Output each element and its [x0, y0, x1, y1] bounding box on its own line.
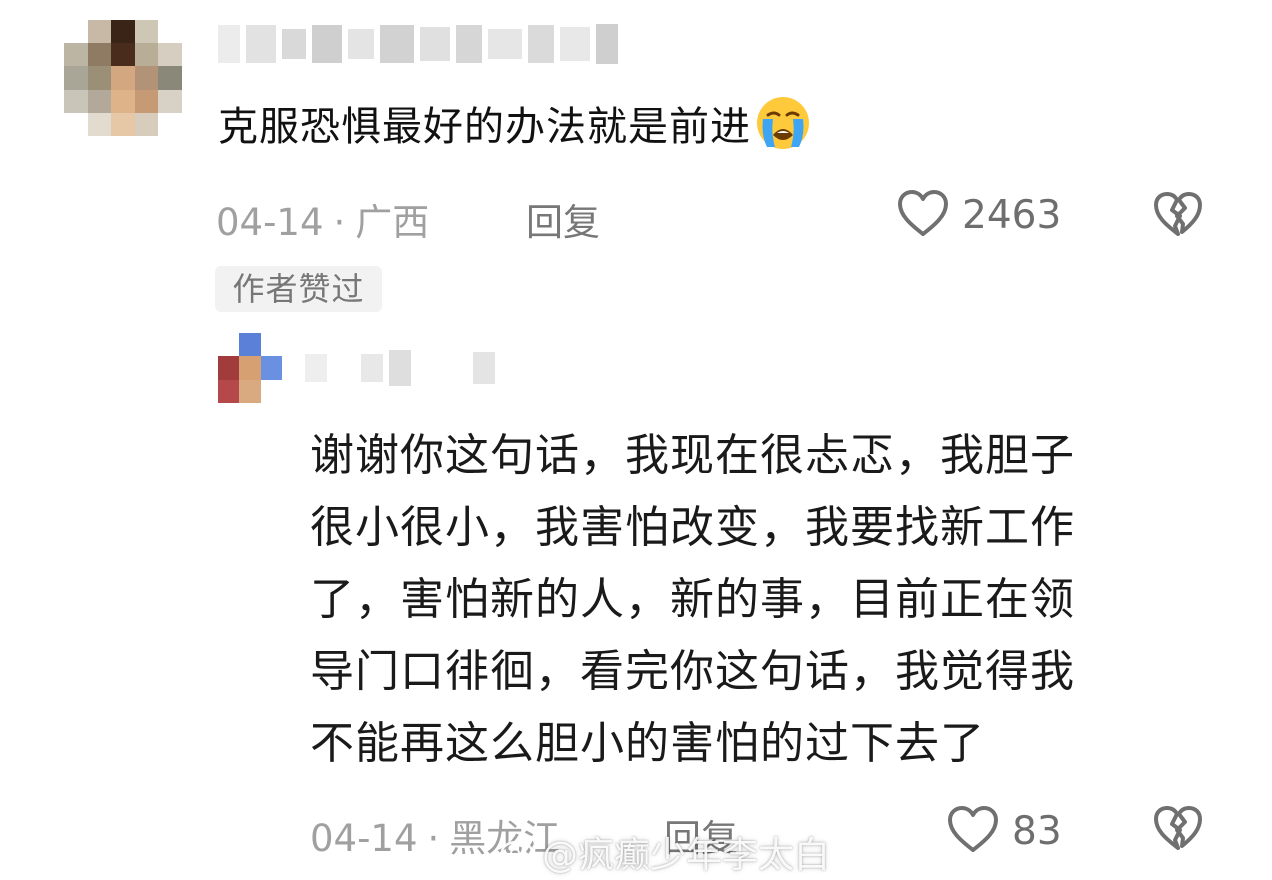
- heart-icon: [946, 804, 1000, 858]
- comment-like-button[interactable]: 2463: [896, 188, 1061, 242]
- comment-like-count: 2463: [962, 192, 1062, 238]
- comment-text-row: 克服恐惧最好的办法就是前进: [218, 94, 811, 152]
- broken-heart-icon: [1152, 806, 1204, 856]
- reply-text: 谢谢你这句话，我现在很忐忑，我胆子 很小很小，我害怕改变，我要找新工作 了，害怕…: [310, 420, 1210, 780]
- weibo-watermark: @疯癫少年李太白: [500, 826, 830, 878]
- loudly-crying-face-icon: [755, 95, 811, 151]
- replier-username-blurred[interactable]: [305, 350, 495, 386]
- heart-icon: [896, 188, 950, 242]
- reply-text-line: 谢谢你这句话，我现在很忐忑，我胆子: [310, 430, 1075, 481]
- comment-meta: 04-14 · 广西: [216, 192, 429, 246]
- reply-date: 04-14: [310, 817, 418, 860]
- reply-like-count: 83: [1012, 808, 1062, 854]
- reply-dislike-button[interactable]: [1152, 804, 1204, 856]
- comment-reply-button[interactable]: 回复: [526, 192, 600, 246]
- author-liked-badge: 作者赞过: [215, 266, 382, 312]
- weibo-logo-icon: [500, 832, 538, 873]
- watermark-text: @疯癫少年李太白: [542, 835, 831, 876]
- comment-dislike-button[interactable]: [1152, 190, 1204, 242]
- comment-text: 克服恐惧最好的办法就是前进: [218, 104, 751, 150]
- reply-text-line: 导门口徘徊，看完你这句话，我觉得我: [310, 646, 1075, 697]
- reply-text-line: 了，害怕新的人，新的事，目前正在领: [310, 574, 1075, 625]
- reply-like-button[interactable]: 83: [946, 804, 1062, 858]
- commenter-avatar[interactable]: [64, 20, 182, 136]
- broken-heart-icon: [1152, 192, 1204, 242]
- comment-location: 广西: [355, 201, 430, 244]
- reply-text-line: 很小很小，我害怕改变，我要找新工作: [310, 502, 1075, 553]
- meta-separator: ·: [333, 201, 346, 244]
- replier-avatar[interactable]: [218, 333, 282, 403]
- comment-date: 04-14: [216, 201, 324, 244]
- reply-text-line: 不能再这么胆小的害怕的过下去了: [310, 718, 985, 769]
- meta-separator: ·: [427, 817, 440, 860]
- commenter-username-blurred[interactable]: [218, 24, 618, 64]
